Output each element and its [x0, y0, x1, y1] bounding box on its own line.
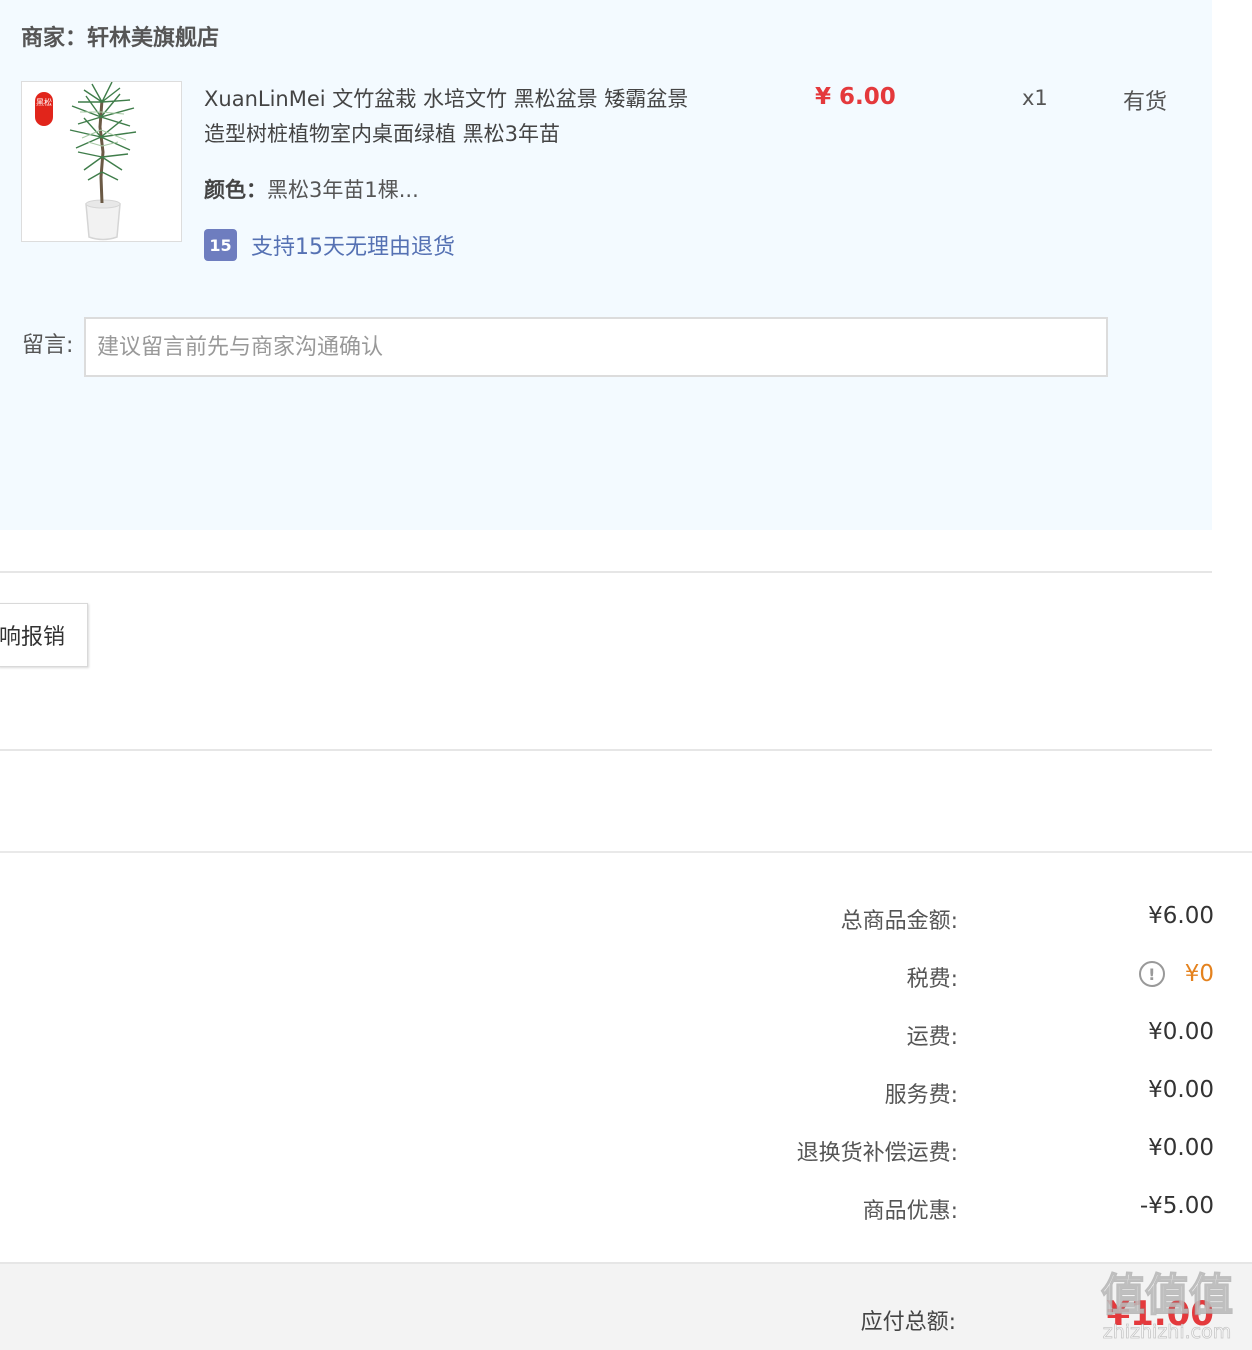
message-label: 留言:	[22, 333, 74, 358]
summary-row-discount: 商品优惠: -¥5.00	[0, 1193, 1214, 1233]
summary-row-service-fee: 服务费: ¥0.00	[0, 1077, 1214, 1117]
product-badge: 黑松	[35, 92, 53, 126]
product-thumbnail[interactable]: 黑松	[21, 81, 182, 242]
merchant-name[interactable]: 商家：轩林美旗舰店	[21, 20, 219, 52]
product-title[interactable]: XuanLinMei 文竹盆栽 水培文竹 黑松盆景 矮霸盆景造型树桩植物室内桌面…	[204, 82, 704, 152]
summary-row-shipping: 运费: ¥0.00	[0, 1019, 1214, 1059]
watermark-logo: 值值值 zhizhizhi.com	[1100, 1269, 1234, 1343]
summary-value: ¥6.00	[1148, 903, 1214, 929]
order-card	[0, 0, 1212, 530]
color-label: 颜色：	[204, 178, 267, 202]
summary-label: 总商品金额:	[840, 909, 958, 934]
watermark-site: zhizhizhi.com	[1103, 1321, 1232, 1343]
summary-row-return-shipping-comp: 退换货补偿运费: ¥0.00	[0, 1135, 1214, 1175]
total-label: 应付总额:	[860, 1310, 956, 1335]
section-divider	[0, 749, 1212, 751]
watermark-main: 值值值	[1101, 1270, 1233, 1321]
summary-value: ¥0.00	[1148, 1019, 1214, 1045]
summary-divider	[0, 851, 1252, 853]
summary-value: -¥5.00	[1139, 1193, 1214, 1219]
summary-label: 税费:	[906, 967, 958, 992]
stock-status: 有货	[1123, 90, 1168, 115]
summary-row-tax: 税费: ! ¥0	[0, 961, 1214, 1001]
return-15-days-icon: 15	[204, 229, 237, 261]
summary-label: 服务费:	[884, 1083, 958, 1108]
return-policy-text[interactable]: 支持15天无理由退货	[251, 229, 455, 261]
product-price: ¥ 6.00	[815, 84, 896, 110]
total-bar	[0, 1262, 1252, 1350]
summary-value: ¥0.00	[1148, 1077, 1214, 1103]
summary-value: ¥0.00	[1148, 1135, 1214, 1161]
summary-label: 退换货补偿运费:	[796, 1141, 958, 1166]
info-icon[interactable]: !	[1138, 961, 1165, 987]
summary-value: ! ¥0	[1138, 961, 1214, 987]
tax-value: ¥0	[1184, 961, 1214, 987]
return-policy-row: 15 支持15天无理由退货	[204, 228, 455, 262]
message-input[interactable]	[84, 317, 1108, 377]
invoice-reimburse-button[interactable]: 响报销	[0, 603, 88, 667]
summary-row-subtotal: 总商品金额: ¥6.00	[0, 903, 1214, 943]
summary-label: 运费:	[906, 1025, 958, 1050]
product-quantity: x1	[1022, 86, 1048, 110]
color-value: 黑松3年苗1棵...	[267, 178, 419, 202]
summary-label: 商品优惠:	[862, 1199, 958, 1224]
section-divider	[0, 571, 1212, 573]
invoice-button-label: 响报销	[0, 625, 65, 650]
product-color-row: 颜色：黑松3年苗1棵...	[204, 174, 419, 204]
